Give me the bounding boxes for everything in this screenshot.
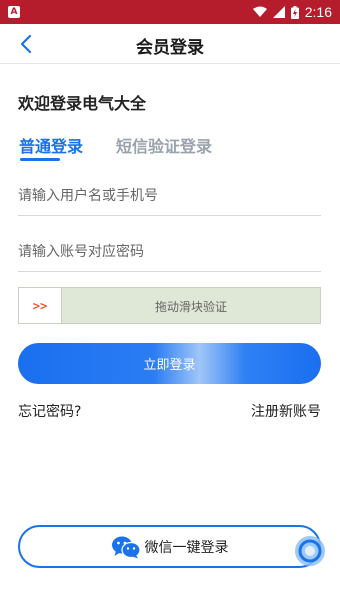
battery-charging-icon [290,5,299,19]
wechat-login-button[interactable]: 微信一键登录 [18,525,321,568]
signal-icon [272,6,285,18]
password-input[interactable] [18,232,321,272]
slider-handle[interactable]: >> [19,288,62,323]
tab-sms-login[interactable]: 短信验证登录 [116,133,212,157]
status-time: 2:16 [304,4,332,20]
forgot-password-link[interactable]: 忘记密码? [18,401,81,421]
register-link[interactable]: 注册新账号 [251,401,321,421]
slider-captcha: >> 拖动滑块验证 [18,287,321,324]
status-bar: A 2:16 [0,0,340,24]
page-title: 会员登录 [136,38,204,58]
wechat-icon [111,536,141,558]
slider-hint: 拖动滑块验证 [154,300,227,314]
nav-bar: 会员登录 [0,24,340,64]
username-input[interactable] [18,176,321,216]
wifi-icon [252,6,267,17]
floating-assist-icon[interactable] [294,535,326,567]
tab-normal-login[interactable]: 普通登录 [19,133,83,157]
login-button[interactable]: 立即登录 [18,343,321,384]
welcome-heading: 欢迎登录电气大全 [18,94,147,113]
active-tab-indicator [20,158,60,161]
wechat-login-label: 微信一键登录 [144,539,229,556]
app-notification-icon: A [8,6,20,18]
